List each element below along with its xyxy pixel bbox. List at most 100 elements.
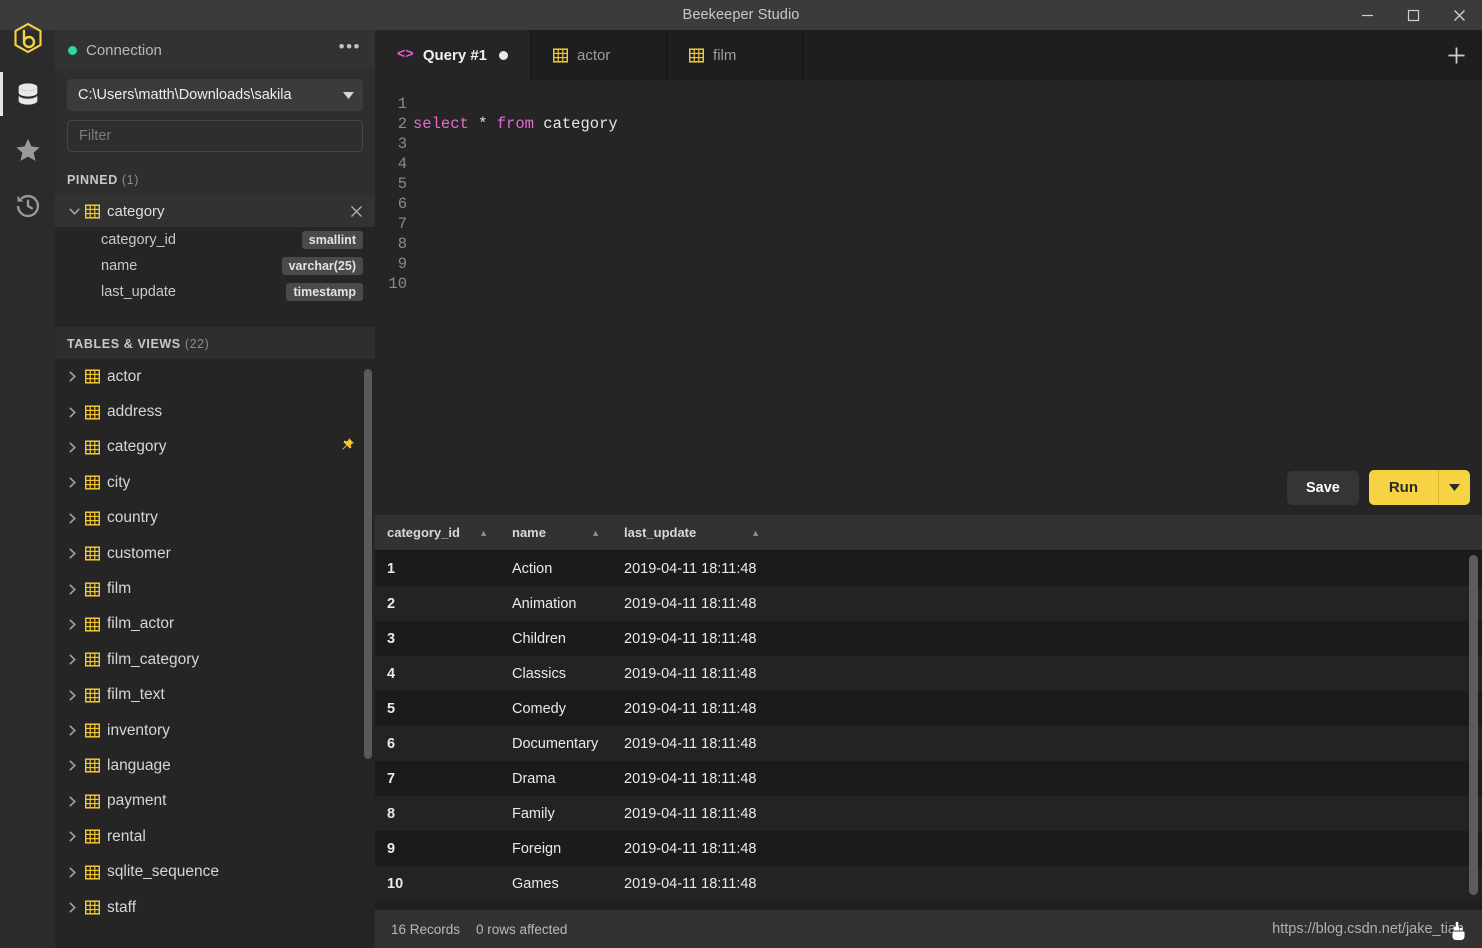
table-cell[interactable]: 1 <box>375 551 500 586</box>
close-icon[interactable] <box>350 205 363 218</box>
table-list-item[interactable]: category <box>55 430 375 465</box>
tab-film[interactable]: film <box>667 30 803 80</box>
pinned-column-row[interactable]: last_update timestamp <box>55 279 375 305</box>
results-scrollbar[interactable] <box>1469 555 1478 895</box>
sidebar-item-database[interactable] <box>0 66 55 122</box>
save-button[interactable]: Save <box>1287 471 1359 505</box>
table-row[interactable]: 4Classics2019-04-11 18:11:48 <box>375 656 1482 691</box>
pinned-table-row[interactable]: category <box>55 195 375 227</box>
table-cell[interactable]: 2019-04-11 18:11:48 <box>612 586 772 621</box>
table-list-item[interactable]: film <box>55 571 375 606</box>
table-list-item[interactable]: address <box>55 394 375 429</box>
table-cell[interactable]: 2019-04-11 18:11:48 <box>612 551 772 586</box>
table-cell[interactable]: Documentary <box>500 726 612 761</box>
chevron-right-icon[interactable] <box>69 477 85 488</box>
table-cell[interactable]: 2019-04-11 18:11:48 <box>612 726 772 761</box>
tab-actor[interactable]: actor <box>531 30 667 80</box>
close-button[interactable] <box>1436 0 1482 30</box>
table-cell[interactable]: Animation <box>500 586 612 621</box>
table-row[interactable]: 6Documentary2019-04-11 18:11:48 <box>375 726 1482 761</box>
table-row[interactable]: 1Action2019-04-11 18:11:48 <box>375 551 1482 586</box>
table-row[interactable]: 9Foreign2019-04-11 18:11:48 <box>375 831 1482 866</box>
table-cell[interactable]: Children <box>500 621 612 656</box>
table-cell[interactable]: 8 <box>375 796 500 831</box>
column-header-category-id[interactable]: category_id ▲ <box>375 515 500 550</box>
new-tab-button[interactable] <box>1430 30 1482 80</box>
minimize-button[interactable] <box>1344 0 1390 30</box>
table-cell[interactable]: 4 <box>375 656 500 691</box>
chevron-down-icon[interactable] <box>69 208 85 215</box>
table-cell[interactable]: 9 <box>375 831 500 866</box>
chevron-right-icon[interactable] <box>69 725 85 736</box>
pin-icon[interactable] <box>340 437 355 457</box>
sidebar-item-history[interactable] <box>0 178 55 234</box>
maximize-button[interactable] <box>1390 0 1436 30</box>
table-cell[interactable]: 6 <box>375 726 500 761</box>
chevron-right-icon[interactable] <box>69 760 85 771</box>
table-cell[interactable]: Classics <box>500 656 612 691</box>
table-cell[interactable]: 2019-04-11 18:11:48 <box>612 796 772 831</box>
column-header-name[interactable]: name ▲ <box>500 515 612 550</box>
sql-editor-pane[interactable]: 12345678910 select * from category Save … <box>375 80 1482 515</box>
table-list-item[interactable]: staff <box>55 890 375 925</box>
table-list-item[interactable]: film_category <box>55 642 375 677</box>
chevron-right-icon[interactable] <box>69 548 85 559</box>
table-row[interactable]: 8Family2019-04-11 18:11:48 <box>375 796 1482 831</box>
table-list-item[interactable]: customer <box>55 536 375 571</box>
table-cell[interactable]: 2019-04-11 18:11:48 <box>612 691 772 726</box>
table-list-item[interactable]: payment <box>55 784 375 819</box>
table-list-item[interactable]: film_actor <box>55 607 375 642</box>
table-cell[interactable]: 2019-04-11 18:11:48 <box>612 621 772 656</box>
table-cell[interactable]: 2019-04-11 18:11:48 <box>612 761 772 796</box>
chevron-right-icon[interactable] <box>69 407 85 418</box>
chevron-right-icon[interactable] <box>69 619 85 630</box>
pinned-column-row[interactable]: name varchar(25) <box>55 253 375 279</box>
sql-text[interactable]: select * from category <box>413 94 1482 294</box>
column-header-last-update[interactable]: last_update ▲ <box>612 515 772 550</box>
run-options-chevron-down-icon[interactable] <box>1438 470 1470 505</box>
table-row[interactable]: 3Children2019-04-11 18:11:48 <box>375 621 1482 656</box>
chevron-right-icon[interactable] <box>69 442 85 453</box>
database-select[interactable]: C:\Users\matth\Downloads\sakila <box>67 79 363 111</box>
table-cell[interactable]: Drama <box>500 761 612 796</box>
sidebar-item-favorites[interactable] <box>0 122 55 178</box>
chevron-right-icon[interactable] <box>69 796 85 807</box>
chevron-right-icon[interactable] <box>69 690 85 701</box>
chevron-right-icon[interactable] <box>69 831 85 842</box>
table-cell[interactable]: 3 <box>375 621 500 656</box>
table-row[interactable]: 2Animation2019-04-11 18:11:48 <box>375 586 1482 621</box>
table-cell[interactable]: Action <box>500 551 612 586</box>
table-list-item[interactable]: country <box>55 501 375 536</box>
table-list-item[interactable]: actor <box>55 359 375 394</box>
chevron-right-icon[interactable] <box>69 584 85 595</box>
table-cell[interactable]: 10 <box>375 866 500 901</box>
table-cell[interactable]: 2019-04-11 18:11:48 <box>612 831 772 866</box>
chevron-right-icon[interactable] <box>69 513 85 524</box>
chevron-right-icon[interactable] <box>69 902 85 913</box>
table-cell[interactable]: 5 <box>375 691 500 726</box>
chevron-right-icon[interactable] <box>69 654 85 665</box>
table-list-item[interactable]: film_text <box>55 678 375 713</box>
table-cell[interactable]: Family <box>500 796 612 831</box>
table-cell[interactable]: 2019-04-11 18:11:48 <box>612 656 772 691</box>
table-cell[interactable]: Comedy <box>500 691 612 726</box>
table-row[interactable]: 5Comedy2019-04-11 18:11:48 <box>375 691 1482 726</box>
table-cell[interactable]: 7 <box>375 761 500 796</box>
sidebar-scrollbar[interactable] <box>364 369 372 759</box>
table-list-item[interactable]: rental <box>55 819 375 854</box>
table-cell[interactable]: 2 <box>375 586 500 621</box>
table-list-item[interactable]: city <box>55 465 375 500</box>
chevron-right-icon[interactable] <box>69 867 85 878</box>
tab-query-1[interactable]: <> Query #1 <box>375 30 531 80</box>
table-row[interactable]: 10Games2019-04-11 18:11:48 <box>375 866 1482 901</box>
connection-menu-button[interactable]: ••• <box>339 42 361 58</box>
filter-input[interactable]: Filter <box>67 120 363 152</box>
table-cell[interactable]: Foreign <box>500 831 612 866</box>
table-list-item[interactable]: sqlite_sequence <box>55 854 375 889</box>
pinned-column-row[interactable]: category_id smallint <box>55 227 375 253</box>
table-list-item[interactable]: inventory <box>55 713 375 748</box>
chevron-right-icon[interactable] <box>69 371 85 382</box>
table-list-item[interactable]: language <box>55 748 375 783</box>
run-button[interactable]: Run <box>1369 470 1438 505</box>
table-cell[interactable]: 2019-04-11 18:11:48 <box>612 866 772 901</box>
